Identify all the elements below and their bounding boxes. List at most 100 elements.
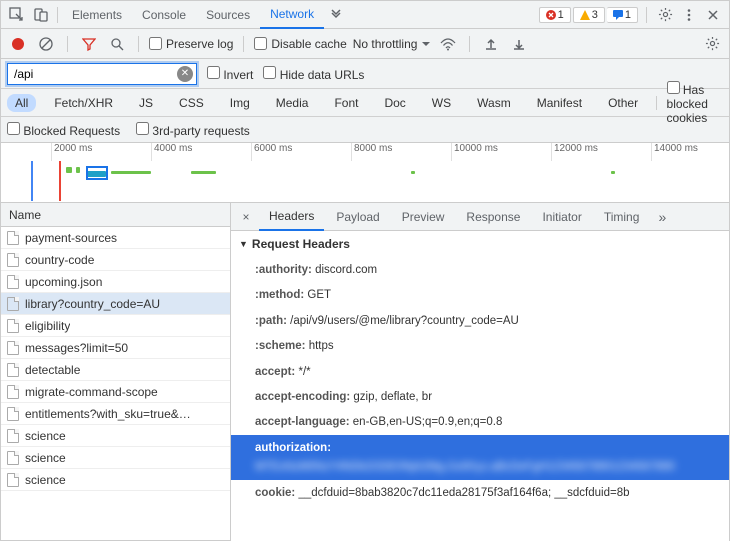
errors-badge[interactable]: 1 [539,7,571,23]
blocked-cookies-checkbox[interactable]: Has blocked cookies [667,81,723,125]
detail-tab-payload[interactable]: Payload [326,203,389,231]
header-row[interactable]: accept-language: en-GB,en-US;q=0.9,en;q=… [231,409,729,434]
preserve-log-checkbox[interactable]: Preserve log [149,37,233,51]
file-icon [7,253,19,267]
header-key: accept-encoding: [255,391,353,403]
request-name: detectable [25,363,80,377]
header-row[interactable]: :method: GET [231,282,729,307]
file-icon [7,407,19,421]
filter-icon[interactable] [78,33,100,55]
header-value: */* [298,366,310,378]
type-filter-font[interactable]: Font [326,94,366,112]
header-value: __dcfduid=8bab3820c7dc11eda28175f3af164f… [298,487,629,499]
header-value: GET [307,289,331,301]
request-row[interactable]: entitlements?with_sku=true&… [1,403,230,425]
type-filter-media[interactable]: Media [268,94,317,112]
request-name: payment-sources [25,231,117,245]
more-detail-tabs-icon[interactable]: » [651,209,673,225]
type-filter-css[interactable]: CSS [171,94,212,112]
settings-icon[interactable] [653,3,677,27]
hide-data-urls-checkbox[interactable]: Hide data URLs [263,66,364,82]
type-filter-img[interactable]: Img [222,94,258,112]
request-row[interactable]: detectable [1,359,230,381]
timeline-overview[interactable]: 2000 ms 4000 ms 6000 ms 8000 ms 10000 ms… [1,143,729,203]
clear-button[interactable] [35,33,57,55]
invert-checkbox[interactable]: Invert [207,66,253,82]
file-icon [7,451,19,465]
warnings-count: 3 [592,9,598,21]
more-tabs-icon[interactable] [324,3,348,27]
tab-elements[interactable]: Elements [62,1,132,29]
header-row[interactable]: cookie: __dcfduid=8bab3820c7dc11eda28175… [231,480,729,505]
errors-count: 1 [558,9,564,21]
download-har-icon[interactable] [508,33,530,55]
network-settings-icon[interactable] [701,33,723,55]
request-row[interactable]: migrate-command-scope [1,381,230,403]
detail-tab-timing[interactable]: Timing [594,203,650,231]
header-key: accept: [255,366,298,378]
header-row[interactable]: accept-encoding: gzip, deflate, br [231,384,729,409]
header-key: cookie: [255,487,298,499]
close-details-icon[interactable]: × [235,210,257,224]
header-value: gzip, deflate, br [353,391,432,403]
header-value: discord.com [315,264,377,276]
search-icon[interactable] [106,33,128,55]
disable-cache-checkbox[interactable]: Disable cache [254,37,346,51]
detail-tab-preview[interactable]: Preview [392,203,455,231]
detail-tab-response[interactable]: Response [456,203,530,231]
close-devtools-icon[interactable] [701,3,725,27]
tab-sources[interactable]: Sources [196,1,260,29]
detail-tab-initiator[interactable]: Initiator [532,203,591,231]
type-filter-fetch[interactable]: Fetch/XHR [46,94,121,112]
header-row[interactable]: authorization: MTExNzM0NzY4NDk2ODE0NjA2M… [231,435,729,480]
request-name: messages?limit=50 [25,341,128,355]
warnings-badge[interactable]: 3 [573,7,605,23]
type-filter-js[interactable]: JS [131,94,161,112]
request-row[interactable]: upcoming.json [1,271,230,293]
name-column-header[interactable]: Name [1,203,230,227]
file-icon [7,319,19,333]
request-row[interactable]: messages?limit=50 [1,337,230,359]
third-party-checkbox[interactable]: 3rd-party requests [136,122,250,138]
request-row[interactable]: science [1,447,230,469]
network-conditions-icon[interactable] [437,33,459,55]
throttling-select[interactable]: No throttling [353,37,432,51]
request-name: entitlements?with_sku=true&… [25,407,191,421]
request-row[interactable]: country-code [1,249,230,271]
type-filter-ws[interactable]: WS [424,94,459,112]
tab-console[interactable]: Console [132,1,196,29]
type-filter-manifest[interactable]: Manifest [529,94,590,112]
request-row[interactable]: payment-sources [1,227,230,249]
type-filter-doc[interactable]: Doc [376,94,413,112]
header-key: authorization: [255,442,331,454]
type-filter-wasm[interactable]: Wasm [469,94,519,112]
request-name: upcoming.json [25,275,102,289]
detail-tab-headers[interactable]: Headers [259,203,324,231]
request-row[interactable]: science [1,469,230,491]
request-headers-section[interactable]: Request Headers [231,231,729,257]
messages-badge[interactable]: 1 [607,7,638,23]
request-name: science [25,429,66,443]
upload-har-icon[interactable] [480,33,502,55]
type-filter-other[interactable]: Other [600,94,646,112]
inspect-icon[interactable] [5,3,29,27]
file-icon [7,341,19,355]
request-row[interactable]: library?country_code=AU [1,293,230,315]
clear-filter-icon[interactable]: ✕ [177,66,193,82]
blocked-requests-checkbox[interactable]: Blocked Requests [7,122,120,138]
header-key: :path: [255,315,290,327]
request-row[interactable]: eligibility [1,315,230,337]
type-filter-all[interactable]: All [7,94,36,112]
header-value: /api/v9/users/@me/library?country_code=A… [290,315,519,327]
kebab-menu-icon[interactable] [677,3,701,27]
record-button[interactable] [7,33,29,55]
header-row[interactable]: :authority: discord.com [231,257,729,282]
tab-network[interactable]: Network [260,1,324,29]
device-toggle-icon[interactable] [29,3,53,27]
header-row[interactable]: accept: */* [231,359,729,384]
request-row[interactable]: science [1,425,230,447]
header-row[interactable]: :path: /api/v9/users/@me/library?country… [231,308,729,333]
filter-input[interactable] [7,63,197,85]
header-row[interactable]: :scheme: https [231,333,729,358]
file-icon [7,231,19,245]
